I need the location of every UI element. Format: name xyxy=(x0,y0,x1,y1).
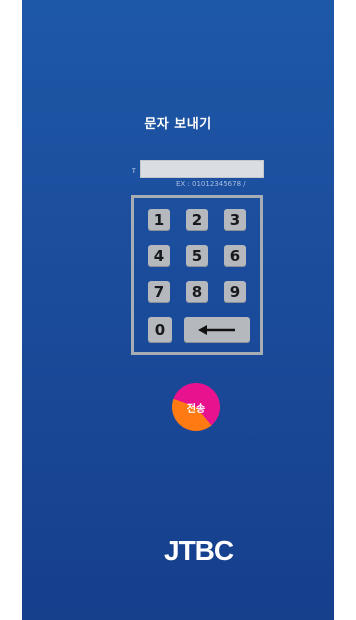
jtbc-logo: JTBC xyxy=(164,535,234,566)
key-0[interactable]: 0 xyxy=(148,317,172,343)
key-1[interactable]: 1 xyxy=(148,209,170,231)
key-8[interactable]: 8 xyxy=(186,281,208,303)
key-5[interactable]: 5 xyxy=(186,245,208,267)
key-2[interactable]: 2 xyxy=(186,209,208,231)
app-screen: 문자 보내기 T EX : 01012345678 / 1 2 3 4 5 6 … xyxy=(22,0,334,620)
key-4[interactable]: 4 xyxy=(148,245,170,267)
number-keypad: 1 2 3 4 5 6 7 8 9 0 xyxy=(131,195,263,355)
key-6[interactable]: 6 xyxy=(224,245,246,267)
send-button[interactable]: 전송 xyxy=(172,383,220,431)
backspace-button[interactable] xyxy=(184,317,250,343)
phone-format-hint: EX : 01012345678 / xyxy=(176,180,246,188)
key-3[interactable]: 3 xyxy=(224,209,246,231)
key-7[interactable]: 7 xyxy=(148,281,170,303)
key-9[interactable]: 9 xyxy=(224,281,246,303)
phone-number-input[interactable] xyxy=(140,160,264,178)
backspace-arrow-icon xyxy=(198,325,235,335)
input-prefix-label: T xyxy=(132,168,136,175)
page-title: 문자 보내기 xyxy=(144,117,212,132)
